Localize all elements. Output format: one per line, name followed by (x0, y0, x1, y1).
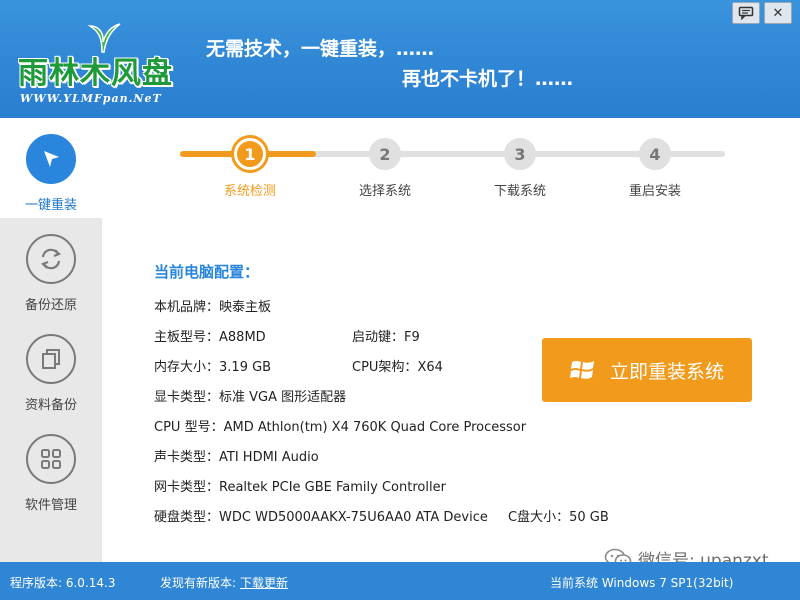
config-value: ATI HDMI Audio (219, 450, 319, 465)
config-key: 网卡类型： (154, 480, 220, 495)
sidebar: 一键重装 备份还原 资料备份 软件管理 (0, 118, 102, 562)
refresh-icon (26, 234, 76, 284)
sidebar-item-software-manager[interactable]: 软件管理 (0, 418, 102, 518)
config-key: 内存大小： (154, 360, 220, 375)
config-key: C盘大小： (508, 510, 570, 525)
config-title: 当前电脑配置： (154, 263, 260, 281)
close-icon: ✕ (772, 5, 784, 21)
config-row-board: 主板型号：A88MD 启动键：F9 (154, 328, 526, 358)
config-disk-c: C盘大小：50 GB (508, 508, 609, 528)
step-label: 系统检测 (223, 184, 276, 199)
app-logo: 雨林木风盘 WWW.YLMFpan.NeT (12, 12, 187, 105)
step-progress: 1 系统检测 2 选择系统 3 下载系统 4 重启安装 (180, 138, 725, 208)
config-value: Realtek PCIe GBE Family Controller (219, 480, 446, 495)
step-number: 2 (369, 138, 401, 170)
config-key: 主板型号： (154, 330, 220, 345)
config-key: 硬盘类型： (154, 510, 220, 525)
step-label: 下载系统 (493, 184, 546, 199)
slogan-line-2: 再也不卡机了！…… (402, 68, 574, 90)
logo-url: WWW.YLMFpan.NeT (20, 92, 162, 105)
sidebar-item-one-click-reinstall[interactable]: 一键重装 (0, 118, 102, 218)
step-label: 选择系统 (358, 184, 411, 199)
new-version-notice: 发现有新版本: 下载更新 (160, 574, 288, 591)
config-key: CPU架构： (352, 360, 418, 375)
config-key: 本机品牌： (154, 300, 220, 315)
config-row-gpu: 显卡类型：标准 VGA 图形适配器 (154, 388, 526, 418)
download-update-link[interactable]: 下载更新 (240, 576, 288, 590)
cursor-icon (26, 134, 76, 184)
sidebar-item-label: 资料备份 (24, 398, 77, 413)
step-number: 1 (234, 138, 266, 170)
main-panel: 1 系统检测 2 选择系统 3 下载系统 4 重启安装 当前电脑配置： 本机品牌… (102, 118, 800, 571)
status-bar: 程序版本: 6.0.14.3 发现有新版本: 下载更新 当前系统 Windows … (0, 562, 800, 600)
feedback-icon (738, 6, 754, 20)
sidebar-item-backup-restore[interactable]: 备份还原 (0, 218, 102, 318)
config-value: X64 (417, 360, 443, 375)
config-row-cpu: CPU 型号：AMD Athlon(tm) X4 760K Quad Core … (154, 418, 526, 448)
config-value: 3.19 GB (219, 360, 272, 375)
grid-icon (26, 434, 76, 484)
step-3: 3 下载系统 (475, 138, 565, 199)
config-bootkey: 启动键：F9 (352, 328, 420, 348)
step-2: 2 选择系统 (340, 138, 430, 199)
sidebar-item-label: 备份还原 (24, 298, 77, 313)
close-button[interactable]: ✕ (764, 2, 792, 24)
config-key: CPU 型号： (154, 420, 224, 435)
program-version: 程序版本: 6.0.14.3 (10, 576, 116, 590)
sidebar-item-label: 软件管理 (24, 498, 77, 513)
config-row-brand: 本机品牌：映泰主板 (154, 298, 526, 328)
step-4: 4 重启安装 (610, 138, 700, 199)
new-version-prefix: 发现有新版本: (160, 576, 237, 590)
config-value: WDC WD5000AAKX-75U6AA0 ATA Device (219, 510, 488, 525)
window-controls: ✕ (732, 2, 792, 24)
app-header: 雨林木风盘 WWW.YLMFpan.NeT 无需技术，一键重装，…… 再也不卡机… (0, 0, 800, 118)
reinstall-now-button[interactable]: 立即重装系统 (542, 338, 752, 402)
current-system: 当前系统 Windows 7 SP1(32bit) (550, 576, 734, 590)
config-key: 启动键： (352, 330, 405, 345)
config-value: F9 (404, 330, 420, 345)
config-list: 本机品牌：映泰主板 主板型号：A88MD 启动键：F9 内存大小：3.19 GB… (154, 298, 609, 538)
config-key: 显卡类型： (154, 390, 220, 405)
config-row-disk: 硬盘类型：WDC WD5000AAKX-75U6AA0 ATA Device C… (154, 508, 609, 538)
config-key: 声卡类型： (154, 450, 220, 465)
config-value: 映泰主板 (219, 300, 272, 315)
copy-icon (26, 334, 76, 384)
step-label: 重启安装 (628, 184, 681, 199)
config-value: AMD Athlon(tm) X4 760K Quad Core Process… (223, 420, 527, 435)
step-1: 1 系统检测 (205, 138, 295, 199)
config-row-sound: 声卡类型：ATI HDMI Audio (154, 448, 526, 478)
step-number: 4 (639, 138, 671, 170)
sidebar-item-data-backup[interactable]: 资料备份 (0, 318, 102, 418)
windows-logo-icon (569, 361, 594, 379)
config-value: A88MD (219, 330, 266, 345)
feedback-button[interactable] (732, 2, 760, 24)
sidebar-item-label: 一键重装 (24, 198, 77, 213)
config-row-memory: 内存大小：3.19 GB CPU架构：X64 (154, 358, 526, 388)
logo-text: 雨林木风盘 (18, 56, 173, 91)
config-value: 50 GB (569, 510, 609, 525)
config-row-network: 网卡类型：Realtek PCIe GBE Family Controller (154, 478, 526, 508)
slogan-line-1: 无需技术，一键重装，…… (206, 38, 435, 60)
step-number: 3 (504, 138, 536, 170)
config-value: 标准 VGA 图形适配器 (219, 390, 347, 405)
reinstall-button-label: 立即重装系统 (609, 360, 724, 383)
config-cpu-arch: CPU架构：X64 (352, 358, 443, 378)
